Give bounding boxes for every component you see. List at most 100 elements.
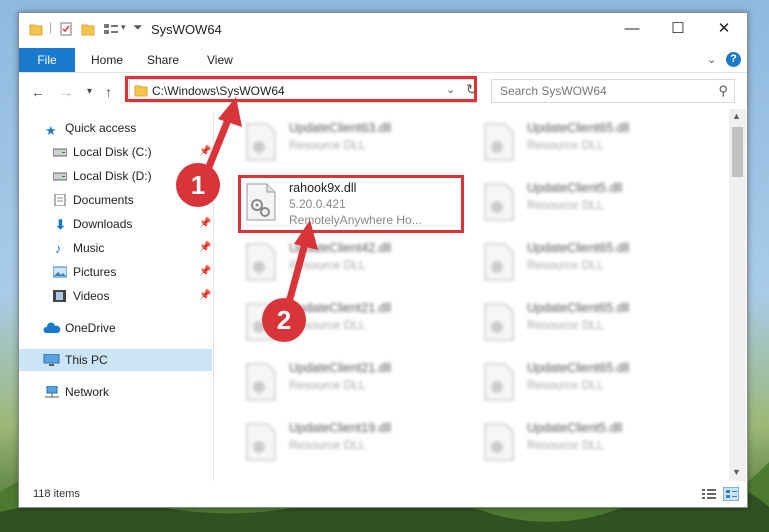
window-title: SysWOW64 <box>151 22 222 37</box>
file-type: Resource DLL <box>527 438 604 452</box>
dll-file-icon <box>246 423 276 461</box>
file-name: UpdateClient63.dll <box>289 121 392 135</box>
file-item[interactable]: UpdateClient65.dll Resource DLL <box>479 237 709 293</box>
file-highlight-box <box>238 175 464 233</box>
expand-ribbon-icon[interactable]: ⌄ <box>707 53 716 66</box>
file-item[interactable]: UpdateClient5.dll Resource DLL <box>479 177 709 233</box>
tiles-view-icon[interactable] <box>723 487 739 501</box>
sidebar-item-label: Documents <box>73 193 134 207</box>
item-count: 118 items <box>33 488 80 500</box>
file-item[interactable]: UpdateClient63.dll Resource DLL <box>241 117 471 173</box>
properties-icon[interactable] <box>59 22 73 36</box>
star-icon: ★ <box>45 123 57 138</box>
file-item[interactable]: UpdateClient19.dll Resource DLL <box>241 417 471 473</box>
dll-file-icon <box>246 243 276 281</box>
sidebar-item-label: Local Disk (C:) <box>73 145 152 159</box>
sidebar-item-label: Network <box>65 385 110 399</box>
search-input[interactable]: Search SysWOW64 ⚲ <box>491 79 735 103</box>
back-arrow-icon[interactable]: ← <box>31 84 45 100</box>
separator: | <box>49 20 53 34</box>
dll-file-icon <box>246 363 276 401</box>
forward-arrow-icon[interactable]: → <box>59 84 73 100</box>
close-button[interactable]: ✕ <box>701 13 747 45</box>
dll-file-icon <box>484 183 514 221</box>
dll-file-icon <box>484 363 514 401</box>
sidebar-item-pictures[interactable]: Pictures 📌 <box>19 261 212 283</box>
network-icon <box>45 386 59 398</box>
sidebar-item-this-pc[interactable]: This PC <box>19 349 212 371</box>
file-type: Resource DLL <box>527 138 604 152</box>
quick-access-toolbar-dropdown-icon[interactable]: ⏷ <box>133 20 143 35</box>
file-type: Resource DLL <box>527 258 604 272</box>
file-type: Resource DLL <box>527 318 604 332</box>
scroll-up-icon[interactable]: ▲ <box>732 111 741 121</box>
music-icon: ♪ <box>55 241 62 256</box>
file-item[interactable]: UpdateClient65.dll Resource DLL <box>479 297 709 353</box>
dll-file-icon <box>484 423 514 461</box>
file-item[interactable]: UpdateClient21.dll Resource DLL <box>241 357 471 413</box>
minimize-button[interactable]: — <box>609 13 655 45</box>
pin-icon: 📌 <box>199 266 212 277</box>
sidebar-item-local-disk-c[interactable]: Local Disk (C:) 📌 <box>19 141 212 163</box>
downloads-icon: ⬇ <box>55 217 66 232</box>
file-name: UpdateClient19.dll <box>289 421 392 435</box>
sidebar-item-music[interactable]: ♪ Music 📌 <box>19 237 212 259</box>
file-item[interactable]: UpdateClient65.dll Resource DLL <box>479 357 709 413</box>
customize-toolbar-icon[interactable] <box>103 22 119 36</box>
sidebar-item-label: Videos <box>73 289 110 303</box>
sidebar-item-network[interactable]: Network <box>19 381 212 403</box>
status-bar: 118 items <box>19 483 747 507</box>
cloud-icon <box>43 322 61 333</box>
step-badge-1: 1 <box>176 163 220 207</box>
sidebar-item-videos[interactable]: Videos 📌 <box>19 285 212 307</box>
up-arrow-icon[interactable]: ↑ <box>105 84 112 100</box>
dll-file-icon <box>484 243 514 281</box>
sidebar-item-onedrive[interactable]: OneDrive <box>19 317 212 339</box>
documents-icon <box>54 194 66 206</box>
file-type: Resource DLL <box>289 378 366 392</box>
pc-icon <box>43 354 60 366</box>
dll-file-icon <box>484 303 514 341</box>
sidebar-item-label: OneDrive <box>65 321 116 335</box>
file-name: UpdateClient65.dll <box>527 121 630 135</box>
file-item[interactable]: UpdateClient5.dll Resource DLL <box>479 417 709 473</box>
file-type: Resource DLL <box>289 438 366 452</box>
sidebar-item-label: Local Disk (D:) <box>73 169 152 183</box>
step-badge-2: 2 <box>262 298 306 342</box>
pin-icon: 📌 <box>199 242 212 253</box>
ribbon-tabs: File Home Share View ⌄ ? <box>19 48 747 73</box>
folder-icon <box>29 24 43 36</box>
chevron-down-icon[interactable]: ▾ <box>121 22 126 33</box>
title-bar: | ▾ ⏷ SysWOW64 — ☐ ✕ <box>19 13 747 45</box>
pictures-icon <box>53 266 67 278</box>
sidebar-item-label: Quick access <box>65 121 137 135</box>
file-name: UpdateClient21.dll <box>289 361 392 375</box>
file-name: UpdateClient65.dll <box>527 301 630 315</box>
dll-file-icon <box>484 123 514 161</box>
recent-locations-icon[interactable]: ▾ <box>87 86 92 97</box>
scrollbar-thumb[interactable] <box>732 127 743 177</box>
explorer-window: | ▾ ⏷ SysWOW64 — ☐ ✕ File Home Share Vie… <box>18 12 748 508</box>
new-folder-icon[interactable] <box>81 22 95 36</box>
sidebar-item-label: Music <box>73 241 105 255</box>
sidebar-item-label: Pictures <box>73 265 117 279</box>
file-item[interactable]: UpdateClient65.dll Resource DLL <box>479 117 709 173</box>
tab-view[interactable]: View <box>207 48 233 72</box>
file-name: UpdateClient5.dll <box>527 421 623 435</box>
tab-file[interactable]: File <box>19 48 75 72</box>
scroll-down-icon[interactable]: ▼ <box>732 467 741 477</box>
tab-home[interactable]: Home <box>91 48 123 72</box>
sidebar-item-quick-access[interactable]: ★ Quick access <box>19 117 212 139</box>
sidebar-item-downloads[interactable]: ⬇ Downloads 📌 <box>19 213 212 235</box>
pin-icon: 📌 <box>199 290 212 301</box>
tab-share[interactable]: Share <box>147 48 179 72</box>
file-name: UpdateClient65.dll <box>527 361 630 375</box>
vertical-scrollbar[interactable]: ▲ ▼ <box>729 109 746 481</box>
maximize-button[interactable]: ☐ <box>655 13 701 45</box>
sidebar-item-label: This PC <box>65 353 108 367</box>
file-name: UpdateClient5.dll <box>527 181 623 195</box>
search-icon: ⚲ <box>718 83 728 98</box>
videos-icon <box>53 290 66 302</box>
help-button[interactable]: ? <box>726 52 741 67</box>
details-view-icon[interactable] <box>701 487 717 501</box>
